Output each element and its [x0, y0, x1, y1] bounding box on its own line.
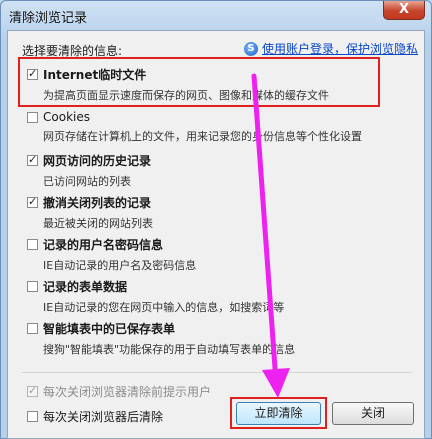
option-title[interactable]: 撤消关闭列表的记录: [43, 194, 151, 211]
footer-divider: [22, 372, 412, 373]
dialog-title: 清除浏览记录: [9, 11, 88, 26]
checkbox-cookies[interactable]: [27, 111, 38, 123]
checkbox-prompt-on-close[interactable]: [27, 384, 38, 397]
option-title[interactable]: 记录的用户名密码信息: [43, 236, 163, 253]
option-description: 最近被关闭的网站列表: [43, 217, 153, 230]
highlight-temp-files: [18, 57, 380, 107]
option-smart-forms: 智能填表中的已保存表单 搜狗"智能填表"功能保存的用于自动填写表单的信息: [27, 320, 295, 357]
option-clear-on-close: 每次关闭浏览器后清除: [27, 408, 163, 425]
highlight-clear-now: [230, 397, 327, 429]
option-closed-tabs: 撤消关闭列表的记录 最近被关闭的网站列表: [27, 194, 153, 231]
option-cookies: Cookies 网页存储在计算机上的文件，用来记录您的身份信息等个性化设置: [27, 110, 362, 144]
checkbox-form-data[interactable]: [27, 281, 38, 292]
close-window-button[interactable]: X: [383, 1, 425, 20]
option-title[interactable]: Cookies: [43, 110, 90, 124]
option-description: 已访问网站的列表: [43, 175, 131, 188]
sogou-account-icon: S: [243, 41, 258, 56]
option-title[interactable]: 每次关闭浏览器清除前提示用户: [43, 383, 211, 400]
option-description: IE自动记录的用户名及密码信息: [43, 259, 197, 272]
option-passwords: 记录的用户名密码信息 IE自动记录的用户名及密码信息: [27, 236, 196, 273]
option-description: IE自动记录的您在网页中输入的信息，如搜索词等: [43, 301, 285, 314]
option-description: 搜狗"智能填表"功能保存的用于自动填写表单的信息: [43, 343, 296, 356]
option-description: 网页存储在计算机上的文件，用来记录您的身份信息等个性化设置: [43, 130, 362, 143]
checkbox-closed-tabs[interactable]: [27, 195, 38, 208]
close-button[interactable]: 关闭: [332, 402, 414, 425]
option-prompt-on-close: 每次关闭浏览器清除前提示用户: [27, 383, 211, 400]
option-title[interactable]: 智能填表中的已保存表单: [43, 320, 175, 337]
account-login-link-group[interactable]: S 使用账户登录，保护浏览隐私: [243, 40, 418, 57]
checkbox-history[interactable]: [27, 153, 38, 166]
option-history: 网页访问的历史记录 已访问网站的列表: [27, 152, 151, 189]
account-login-link[interactable]: 使用账户登录，保护浏览隐私: [262, 40, 418, 57]
checkbox-passwords[interactable]: [27, 239, 38, 250]
checkbox-smart-forms[interactable]: [27, 323, 38, 334]
option-title[interactable]: 记录的表单数据: [43, 278, 127, 295]
option-title[interactable]: 网页访问的历史记录: [43, 152, 151, 169]
option-title[interactable]: 每次关闭浏览器后清除: [43, 408, 163, 425]
option-form-data: 记录的表单数据 IE自动记录的您在网页中输入的信息，如搜索词等: [27, 278, 284, 315]
checkbox-clear-on-close[interactable]: [27, 411, 38, 422]
close-icon: X: [398, 2, 410, 17]
